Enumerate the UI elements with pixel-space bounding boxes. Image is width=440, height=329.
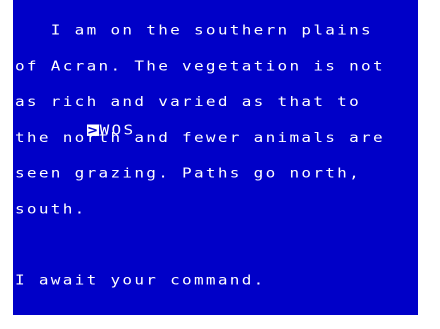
description-line-6: south. xyxy=(15,200,87,217)
game-window: I am on the southern plains of Acran. Th… xyxy=(0,0,440,329)
command-input[interactable]: WOS xyxy=(100,122,136,138)
description-line-1: I am on the southern plains xyxy=(15,22,373,38)
command-input-line[interactable]: > WOS xyxy=(15,113,135,147)
await-command-text: I await your command. xyxy=(15,272,266,288)
location-description: I am on the southern plains of Acran. Th… xyxy=(15,1,385,310)
description-line-5: seen grazing. Paths go north, xyxy=(15,165,362,181)
description-line-3: as rich and varied as that to xyxy=(15,93,362,110)
description-line-2: of Acran. The vegetation is not xyxy=(15,57,385,74)
game-display[interactable]: I am on the southern plains of Acran. Th… xyxy=(13,0,418,315)
cursor-prompt-icon: > xyxy=(86,122,99,138)
